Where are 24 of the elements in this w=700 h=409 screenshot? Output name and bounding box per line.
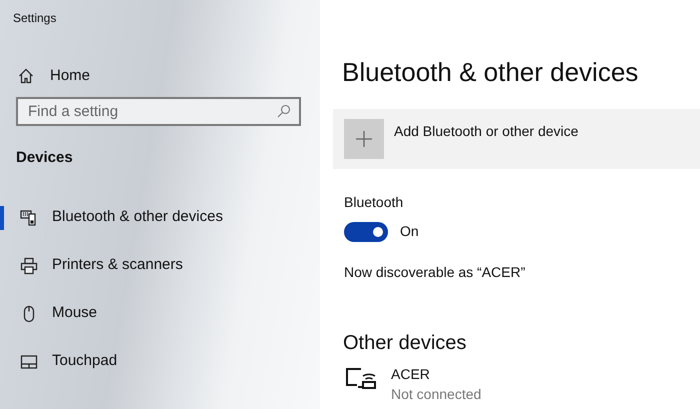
bluetooth-label: Bluetooth (344, 193, 404, 212)
plus-icon (344, 119, 384, 159)
toggle-state: On (400, 222, 419, 241)
nav-item[interactable]: Mouse (0, 302, 320, 326)
nav-item[interactable]: Printers & scanners (0, 254, 320, 278)
section-heading: Devices (16, 148, 73, 168)
bluetooth-toggle[interactable] (344, 222, 388, 242)
device-name: ACER (391, 365, 431, 384)
keyboard-phone-icon (20, 208, 38, 226)
discoverable-text: Now discoverable as “ACER” (344, 263, 526, 282)
home-icon[interactable] (18, 68, 34, 84)
search-icon (277, 104, 291, 118)
add-device-button[interactable]: Add Bluetooth or other device (333, 109, 700, 169)
window-title: Settings (13, 10, 56, 27)
nav-item[interactable]: Touchpad (0, 350, 320, 374)
search-field[interactable]: Find a setting (16, 97, 301, 126)
nav-item[interactable]: Bluetooth & other devices (0, 206, 320, 230)
page-title: Bluetooth & other devices (342, 56, 638, 88)
touchpad-icon (20, 352, 38, 370)
device-status: Not connected (391, 385, 482, 404)
home-link[interactable]: Home (50, 64, 90, 88)
device-item[interactable]: ACER Not connected (345, 364, 482, 404)
section-heading: Other devices (343, 331, 466, 356)
printer-icon (20, 256, 38, 274)
